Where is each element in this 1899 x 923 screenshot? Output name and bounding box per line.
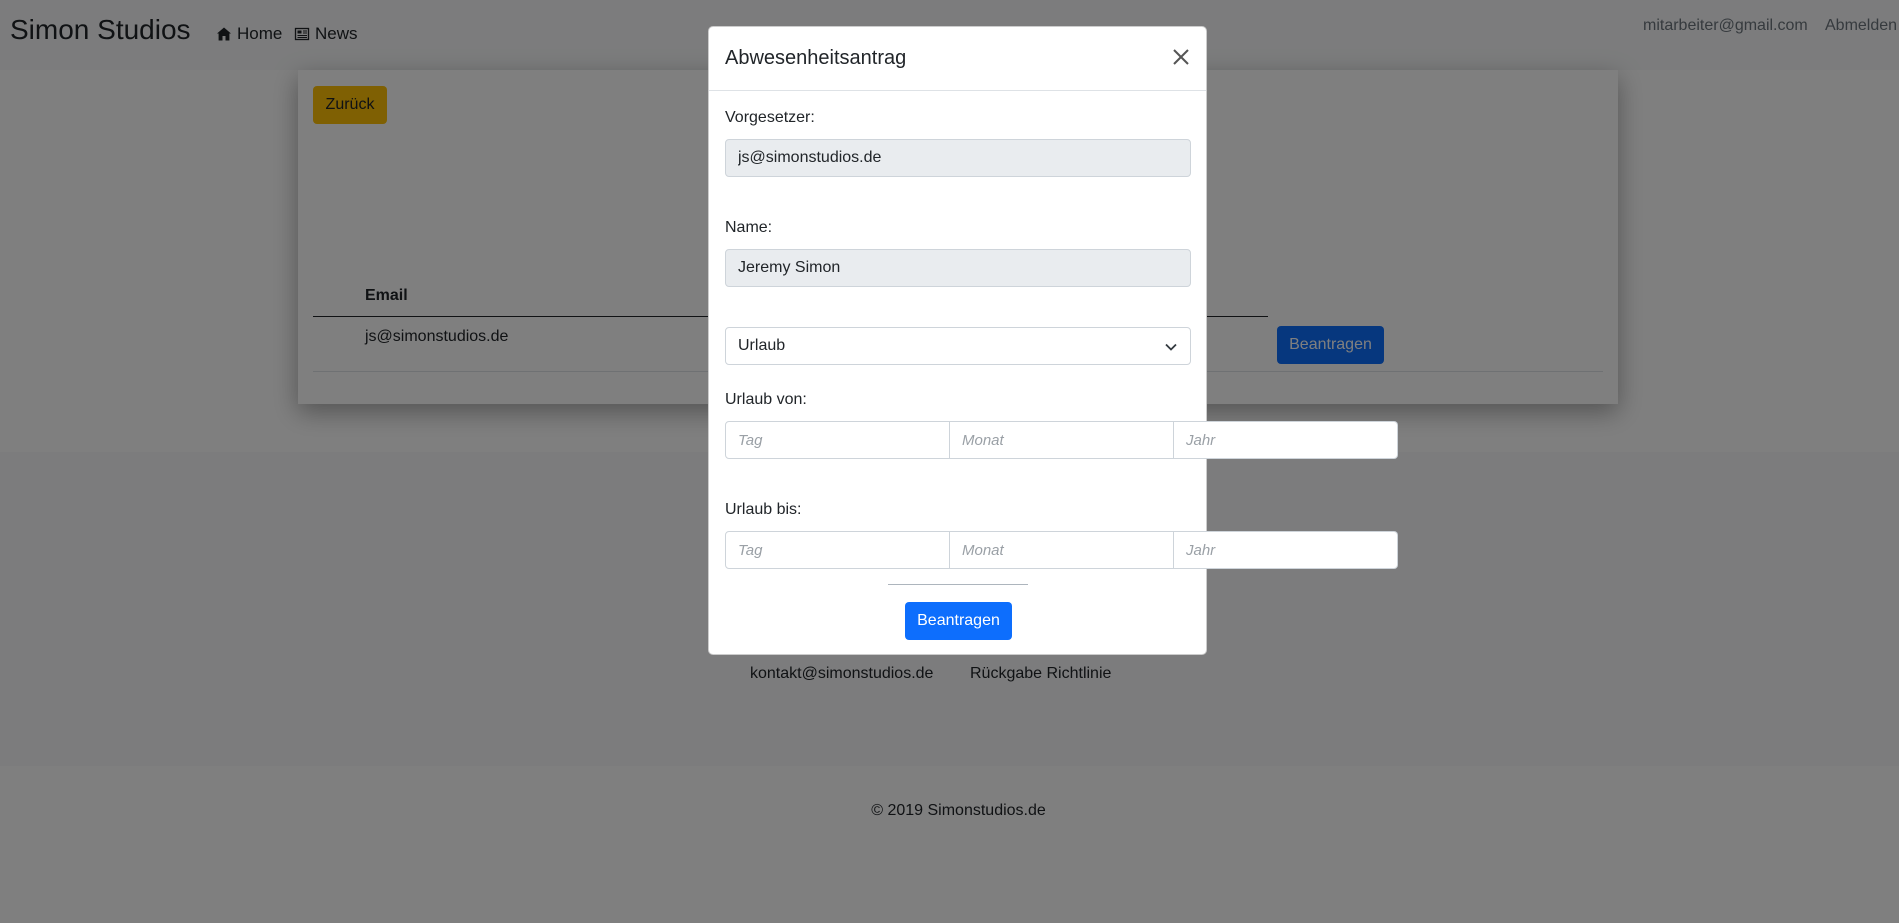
from-date-group bbox=[725, 421, 1398, 459]
close-icon[interactable] bbox=[1171, 47, 1191, 67]
to-year-input[interactable] bbox=[1174, 531, 1398, 569]
to-month-input[interactable] bbox=[950, 531, 1174, 569]
modal-title: Abwesenheitsantrag bbox=[725, 47, 907, 69]
from-day-input[interactable] bbox=[725, 421, 950, 459]
to-date-group bbox=[725, 531, 1398, 569]
from-label: Urlaub von: bbox=[725, 391, 807, 408]
supervisor-field[interactable] bbox=[725, 139, 1191, 177]
modal-divider bbox=[888, 584, 1028, 585]
submit-request-button[interactable]: Beantragen bbox=[905, 602, 1012, 640]
from-year-input[interactable] bbox=[1174, 421, 1398, 459]
name-label: Name: bbox=[725, 219, 773, 236]
absence-type-select[interactable]: Urlaub bbox=[725, 327, 1191, 365]
supervisor-label: Vorgesetzer: bbox=[725, 109, 815, 126]
name-field[interactable] bbox=[725, 249, 1191, 287]
to-label: Urlaub bis: bbox=[725, 501, 802, 518]
to-day-input[interactable] bbox=[725, 531, 950, 569]
modal-header: Abwesenheitsantrag bbox=[709, 27, 1206, 91]
from-month-input[interactable] bbox=[950, 421, 1174, 459]
chevron-down-icon bbox=[1165, 343, 1177, 351]
absence-request-modal: Abwesenheitsantrag Vorgesetzer: Name: Ur… bbox=[708, 26, 1398, 655]
absence-type-value: Urlaub bbox=[738, 337, 786, 354]
